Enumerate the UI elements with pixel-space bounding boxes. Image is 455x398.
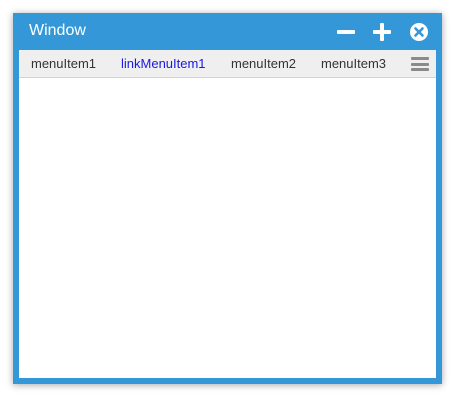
window-titlebar[interactable]: Window xyxy=(13,13,442,49)
menu-item-1[interactable]: menuItem1 xyxy=(31,50,96,77)
menu-item-2[interactable]: menuItem2 xyxy=(231,50,296,77)
maximize-button[interactable] xyxy=(372,22,392,42)
hamburger-bar xyxy=(411,57,429,60)
menubar: menuItem1 linkMenuItem1 menuItem2 menuIt… xyxy=(19,50,436,78)
hamburger-bar xyxy=(411,62,429,66)
menu-item-3[interactable]: menuItem3 xyxy=(321,50,386,77)
close-circle-icon xyxy=(410,23,428,41)
window: Window menuItem1 linkMenuItem1 menuItem2 xyxy=(13,13,442,384)
link-menu-item-1[interactable]: linkMenuItem1 xyxy=(121,50,206,77)
window-title: Window xyxy=(29,22,86,39)
hamburger-menu-icon[interactable] xyxy=(411,56,429,72)
close-button[interactable] xyxy=(409,22,429,42)
window-content: menuItem1 linkMenuItem1 menuItem2 menuIt… xyxy=(19,50,436,378)
minimize-button[interactable] xyxy=(336,22,356,42)
minus-icon xyxy=(337,30,355,34)
window-body xyxy=(19,78,436,378)
plus-icon xyxy=(373,23,391,41)
hamburger-bar xyxy=(411,68,429,71)
